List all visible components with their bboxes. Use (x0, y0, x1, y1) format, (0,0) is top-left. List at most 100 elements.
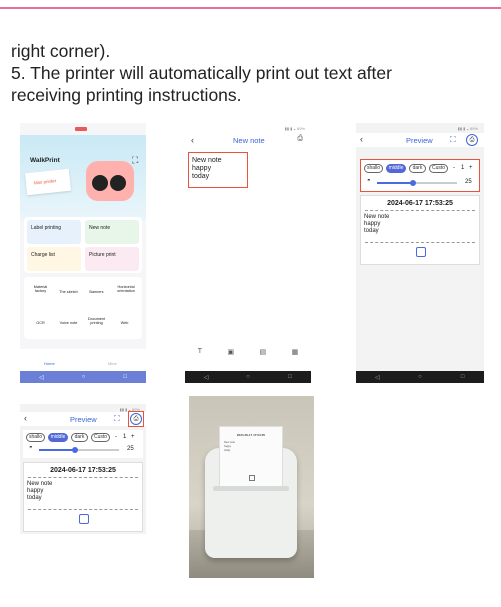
text-line-2: 5. The printer will automatically print … (11, 63, 392, 83)
printed-datetime: 2024-06-17 17:53:25 (236, 433, 266, 437)
back-nav-icon[interactable]: ◁ (195, 374, 217, 381)
back-icon[interactable]: ‹ (191, 135, 194, 145)
density-slider-fill (39, 449, 75, 451)
note-line-1: New note (192, 157, 222, 164)
back-nav-icon[interactable]: ◁ (366, 374, 388, 381)
note-line-3: today (192, 173, 210, 180)
note-line-2: happy (192, 165, 212, 172)
print-settings-icon[interactable]: ⎙ (297, 135, 303, 143)
density-icon: ◓ (367, 178, 371, 184)
label-divider-bottom (365, 242, 475, 243)
page-title: New note (233, 136, 265, 145)
printed-label: 2024-06-17 17:53:25 New note happy today (219, 426, 283, 488)
home-nav-icon[interactable]: ○ (409, 374, 431, 380)
density-value: 25 (465, 179, 472, 185)
screenshot-preview: ▮▮ ▮ ◒ 89% ‹ Preview ⛶ ⎙ shallo middle d… (356, 123, 484, 383)
printer-photo: 2024-06-17 17:53:25 New note happy today (189, 396, 314, 578)
chip-middle[interactable]: middle (48, 433, 68, 442)
home-banner: WalkPrint Mini printer ⛶ (20, 135, 146, 221)
label-line-2: happy (364, 221, 381, 227)
tile-label-printing[interactable]: Label printing (27, 220, 81, 244)
bottom-tabbar: Home Mine (20, 349, 146, 371)
recents-nav-icon[interactable]: □ (452, 374, 474, 380)
copies-plus[interactable]: + (469, 165, 473, 171)
text-tool-icon[interactable]: T (198, 348, 202, 360)
chip-custom[interactable]: Custo (429, 164, 448, 173)
home-nav-icon[interactable]: ○ (237, 374, 259, 380)
system-navbar: ◁ ○ □ (356, 371, 484, 383)
text-line-3: receiving printing instructions. (11, 85, 242, 105)
label-divider-top (28, 477, 138, 478)
back-icon[interactable]: ‹ (360, 134, 363, 144)
tool-ocr[interactable]: OCR (28, 321, 53, 325)
scan-icon[interactable]: ⛶ (450, 135, 456, 145)
chip-middle[interactable]: middle (386, 164, 406, 173)
sticker-card: Mini printer (24, 168, 72, 196)
image-tool-icon[interactable]: ▣ (227, 348, 234, 360)
label-line-1: New note (27, 481, 53, 487)
recents-nav-icon[interactable]: □ (123, 374, 127, 380)
tile-picture-print[interactable]: Picture print (85, 247, 139, 271)
top-rule (0, 7, 501, 9)
tile-charge-list[interactable]: Charge list (27, 247, 81, 271)
tile-new-note[interactable]: New note (85, 220, 139, 244)
tab-mine[interactable]: Mine (108, 361, 117, 366)
tool-banners[interactable]: Banners (84, 290, 109, 294)
density-slider-knob[interactable] (72, 447, 78, 453)
scan-icon[interactable]: ⛶ (114, 414, 120, 424)
print-settings: shallo middle dark Custo - 1 + ◓ 25 (360, 159, 480, 192)
grid-tool-icon[interactable]: ▦ (292, 348, 299, 360)
tools-panel: Material factory The sketch Banners Hori… (24, 277, 142, 339)
copies-minus[interactable]: - (115, 434, 117, 440)
chip-custom[interactable]: Custo (91, 433, 110, 442)
label-divider-bottom (28, 509, 138, 510)
sticker-label: Mini printer (33, 178, 57, 186)
chip-shallow[interactable]: shallo (364, 164, 383, 173)
printed-line-2: happy (224, 445, 232, 448)
status-bar: ▮▮ ▮ ◒ 89% (457, 126, 478, 131)
home-nav-icon[interactable]: ○ (82, 374, 86, 380)
tool-the-sketch[interactable]: The sketch (56, 290, 81, 294)
screenshot-new-note: ▮▮ ▮ ◒ 89% ‹ New note ⎙ New note happy t… (185, 123, 311, 383)
tab-home[interactable]: Home (44, 361, 55, 366)
template-tool-icon[interactable]: ▤ (260, 348, 267, 360)
tool-voice-note[interactable]: Voice note (56, 321, 81, 325)
label-line-3: today (27, 495, 42, 501)
brand-title: WalkPrint (30, 157, 60, 164)
tool-document-printing[interactable]: Document printing (84, 317, 109, 325)
tool-material-factory[interactable]: Material factory (28, 285, 53, 293)
copies-count: 1 (461, 165, 465, 171)
chip-shallow[interactable]: shallo (26, 433, 45, 442)
page-title: Preview (70, 415, 97, 424)
tiles-panel: Label printing New note Charge list Pict… (24, 217, 142, 273)
page-title: Preview (406, 136, 433, 145)
status-bar: ▮▮ ▮ ◒ 89% (284, 126, 305, 131)
chip-dark[interactable]: dark (71, 433, 88, 442)
density-slider-knob[interactable] (410, 180, 416, 186)
label-divider-top (365, 210, 475, 211)
screenshot-preview-print: ▮▮ ▮ ◒ 89% ‹ Preview ⛶ ⎙ shallo middle d… (20, 404, 146, 534)
scan-icon[interactable]: ⛶ (132, 155, 138, 166)
back-nav-icon[interactable]: ◁ (39, 374, 44, 381)
label-preview: 2024-06-17 17:53:25 New note happy today (360, 195, 480, 265)
note-editor[interactable]: New note happy today (188, 152, 248, 188)
printed-qr-icon (249, 475, 255, 481)
print-button-highlight: ⎙ (128, 411, 144, 427)
tool-web[interactable]: Web (112, 321, 137, 325)
editor-toolbar: T ▣ ▤ ▦ (185, 348, 311, 360)
copies-plus[interactable]: + (131, 434, 135, 440)
density-icon: ◓ (29, 445, 33, 451)
label-datetime: 2024-06-17 17:53:25 (387, 200, 453, 207)
density-value: 25 (127, 446, 134, 452)
chip-dark[interactable]: dark (409, 164, 426, 173)
qr-code-icon (416, 247, 426, 257)
tool-horizontal-orientation[interactable]: Horizontal orientation (112, 285, 140, 293)
system-navbar: ◁ ○ □ (20, 371, 146, 383)
print-settings: shallo middle dark Custo - 1 + ◓ 25 (23, 430, 143, 458)
print-icon[interactable]: ⎙ (466, 134, 478, 146)
label-preview: 2024-06-17 17:53:25 New note happy today (23, 462, 143, 532)
recents-nav-icon[interactable]: □ (279, 374, 301, 380)
back-icon[interactable]: ‹ (24, 413, 27, 423)
print-icon[interactable]: ⎙ (130, 413, 142, 425)
copies-minus[interactable]: - (453, 165, 455, 171)
